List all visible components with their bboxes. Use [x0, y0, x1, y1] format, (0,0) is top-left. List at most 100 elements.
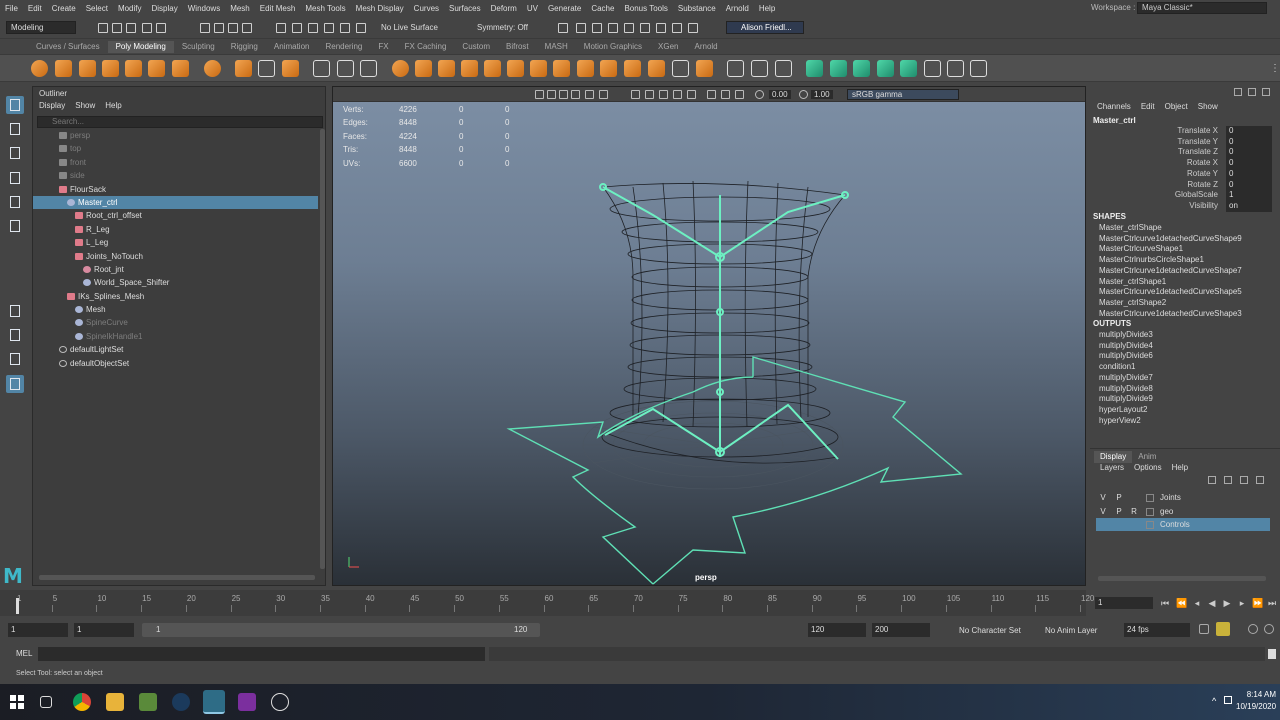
attribute-value-field[interactable]: on — [1226, 200, 1272, 212]
layer-playback-toggle[interactable]: P — [1114, 505, 1124, 518]
tray-chevron-icon[interactable]: ^ — [1212, 696, 1216, 706]
open-scene-icon[interactable] — [110, 21, 122, 34]
layer-playback-toggle[interactable]: P — [1114, 491, 1124, 504]
sculpt-icon[interactable] — [313, 60, 330, 77]
shelf-tab-custom[interactable]: Custom — [454, 41, 498, 53]
chrome-icon[interactable] — [73, 693, 91, 711]
shelf-tab-fx-caching[interactable]: FX Caching — [397, 41, 455, 53]
text-icon[interactable] — [258, 60, 275, 77]
shelf-tab-rendering[interactable]: Rendering — [317, 41, 370, 53]
layer-color-swatch[interactable] — [1146, 507, 1154, 516]
scale-tool-icon[interactable] — [6, 217, 24, 235]
channel-menu-show[interactable]: Show — [1198, 102, 1218, 111]
mirror-icon[interactable] — [461, 60, 478, 77]
attribute-row[interactable]: Visibility on — [1090, 200, 1280, 212]
select-tool-icon[interactable] — [6, 96, 24, 114]
extrude-icon[interactable] — [484, 60, 501, 77]
fps-select[interactable]: 24 fps — [1124, 623, 1190, 637]
new-layer-selected-icon[interactable] — [1256, 476, 1264, 484]
layout-four-icon[interactable] — [6, 326, 24, 344]
reduce-icon[interactable] — [360, 60, 377, 77]
cache-playback-icon[interactable] — [1248, 624, 1258, 634]
live-surface-label[interactable]: No Live Surface — [381, 23, 438, 32]
layer-move-up-icon[interactable] — [1208, 476, 1216, 484]
user-account-button[interactable]: Alison Friedl... — [726, 21, 804, 34]
layer-tab-anim[interactable]: Anim — [1132, 451, 1162, 463]
sew-icon[interactable] — [970, 60, 987, 77]
attribute-value-field[interactable]: 0 — [1226, 158, 1272, 169]
history-icon[interactable] — [556, 21, 568, 34]
edge-loop-icon[interactable] — [751, 60, 768, 77]
output-node[interactable]: hyperView2 — [1099, 416, 1141, 425]
light-editor-icon[interactable] — [670, 21, 682, 34]
spherical-map-icon[interactable] — [853, 60, 870, 77]
menu-substance[interactable]: Substance — [673, 4, 721, 13]
poly-torus-icon[interactable] — [125, 60, 142, 77]
shelf-tab-mash[interactable]: MASH — [537, 41, 576, 53]
outliner-item[interactable]: FlourSack — [33, 183, 318, 196]
menu-generate[interactable]: Generate — [543, 4, 586, 13]
outliner-item[interactable]: Mesh — [33, 303, 318, 316]
snap-surface-icon[interactable] — [338, 21, 350, 34]
quad-draw-icon[interactable] — [672, 60, 689, 77]
outliner-menu-show[interactable]: Show — [75, 101, 95, 110]
playback-start-field[interactable]: 1 — [74, 623, 134, 637]
cut-uv-icon[interactable] — [900, 60, 917, 77]
outliner-item[interactable]: Master_ctrl — [33, 195, 318, 210]
output-node[interactable]: multiplyDivide4 — [1099, 341, 1153, 350]
outliner-item[interactable]: top — [33, 142, 318, 155]
shelf-tab-bifrost[interactable]: Bifrost — [498, 41, 537, 53]
menu-display[interactable]: Display — [147, 4, 183, 13]
attribute-row[interactable]: Translate Y 0 — [1090, 136, 1280, 148]
shape-node[interactable]: MasterCtrlnurbsCircleShape1 — [1099, 255, 1204, 264]
channel-menu-edit[interactable]: Edit — [1141, 102, 1155, 111]
network-icon[interactable] — [1224, 696, 1232, 704]
current-frame-field[interactable]: 1 — [1095, 597, 1153, 609]
combine-icon[interactable] — [392, 60, 409, 77]
outliner-item[interactable]: Root_jnt — [33, 263, 318, 276]
shelf-tab-motion-graphics[interactable]: Motion Graphics — [576, 41, 650, 53]
layer-tab-display[interactable]: Display — [1094, 451, 1133, 463]
system-clock[interactable]: 8:14 AM 10/19/2020 — [1236, 689, 1276, 713]
menu-help[interactable]: Help — [754, 4, 780, 13]
snap-grid-icon[interactable] — [274, 21, 286, 34]
offset-loop-icon[interactable] — [775, 60, 792, 77]
script-editor-icon[interactable] — [1268, 649, 1276, 659]
outliner-item[interactable]: R_Leg — [33, 223, 318, 236]
auto-key-icon[interactable] — [1216, 622, 1230, 636]
merge-icon[interactable] — [600, 60, 617, 77]
pause-viewport-icon[interactable] — [686, 21, 698, 34]
outliner-item[interactable]: Joints_NoTouch — [33, 250, 318, 263]
collapse-icon[interactable] — [624, 60, 641, 77]
menu-uv[interactable]: UV — [522, 4, 543, 13]
shelf-tab-poly-modeling[interactable]: Poly Modeling — [107, 41, 174, 53]
mel-command-input[interactable] — [38, 647, 485, 661]
layer-display-type-toggle[interactable]: R — [1129, 505, 1139, 518]
outliner-item[interactable]: L_Leg — [33, 236, 318, 249]
attribute-row[interactable]: Rotate X 0 — [1090, 158, 1280, 169]
poly-plane-icon[interactable] — [148, 60, 165, 77]
outliner-item[interactable]: SpineCurve — [33, 316, 318, 329]
menu-modify[interactable]: Modify — [113, 4, 147, 13]
outliner-item[interactable]: defaultObjectSet — [33, 357, 318, 370]
layer-visibility-toggle[interactable]: V — [1098, 491, 1108, 504]
outliner-item[interactable]: SpineIkHandle1 — [33, 330, 318, 343]
layer-row[interactable]: Controls — [1096, 518, 1270, 531]
menu-surfaces[interactable]: Surfaces — [444, 4, 486, 13]
output-node[interactable]: multiplyDivide6 — [1099, 351, 1153, 360]
step-back-key-icon[interactable]: ⏪ — [1176, 598, 1187, 608]
menu-windows[interactable]: Windows — [183, 4, 225, 13]
attribute-row[interactable]: Rotate Z 0 — [1090, 179, 1280, 191]
poly-disc-icon[interactable] — [172, 60, 189, 77]
output-node[interactable]: multiplyDivide8 — [1099, 384, 1153, 393]
undo-icon[interactable] — [140, 21, 152, 34]
layout-outliner-icon[interactable] — [6, 375, 24, 393]
workspace-select[interactable]: Maya Classic* — [1137, 2, 1267, 14]
step-forward-frame-icon[interactable]: ▸ — [1237, 598, 1247, 608]
layer-row[interactable]: V P Joints — [1096, 491, 1270, 504]
new-layer-icon[interactable] — [1240, 476, 1248, 484]
attribute-row[interactable]: Translate X 0 — [1090, 126, 1280, 137]
step-back-frame-icon[interactable]: ◂ — [1192, 598, 1202, 608]
mask-icon[interactable] — [240, 21, 252, 34]
channel-menu-channels[interactable]: Channels — [1097, 102, 1131, 111]
